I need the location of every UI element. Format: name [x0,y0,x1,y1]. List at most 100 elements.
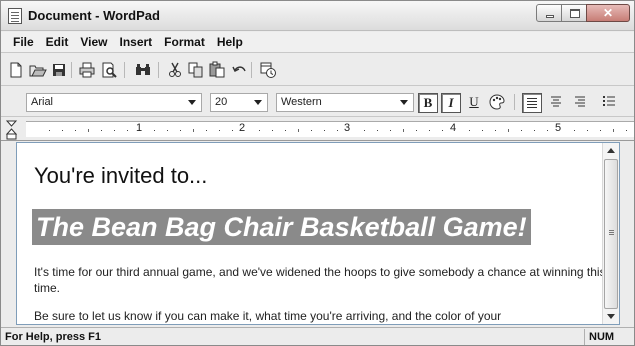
ruler-dot [49,130,50,131]
ruler-dot [232,130,233,131]
ruler-number: 3 [344,122,351,134]
find-icon[interactable] [134,61,152,79]
menu-file[interactable]: File [7,35,40,49]
italic-button[interactable]: I [441,93,461,113]
window-controls: ✕ [536,4,630,22]
cut-icon[interactable] [166,61,184,79]
minimize-icon [546,15,554,18]
scroll-down-arrow-icon[interactable] [607,314,615,319]
status-bar: For Help, press F1 NUM [1,327,634,345]
ruler-tick [193,129,194,132]
underline-button[interactable]: U [464,93,484,113]
align-left-button[interactable] [522,93,542,113]
font-size-value: 20 [215,96,228,108]
ruler-dot [377,130,378,131]
menu-edit[interactable]: Edit [40,35,75,49]
ruler-dot [495,130,496,131]
vertical-scrollbar[interactable] [602,143,619,324]
toolbar-separator [71,62,72,78]
ruler-dot [364,130,365,131]
title-bar[interactable]: Document - WordPad ✕ [1,1,634,31]
ruler-dot [206,130,207,131]
ruler-dot [416,130,417,131]
paragraph-1[interactable]: It's time for our third annual game, and… [34,264,609,296]
toolbar-separator [158,62,159,78]
menu-insert[interactable]: Insert [113,35,158,49]
ruler-dot [429,130,430,131]
ruler-dot [272,130,273,131]
ruler-dot [442,130,443,131]
menu-help[interactable]: Help [211,35,249,49]
ruler-dot [587,130,588,131]
event-title: The Bean Bag Chair Basketball Game! [36,212,527,242]
print-preview-icon[interactable] [100,61,118,79]
copy-icon[interactable] [187,61,205,79]
menu-format[interactable]: Format [158,35,211,49]
ruler-dot [62,130,63,131]
ruler-dot [180,130,181,131]
align-center-button[interactable] [546,93,566,113]
paragraph-2[interactable]: Be sure to let us know if you can make i… [34,308,609,324]
ruler-dot [337,130,338,131]
ruler-tick [403,129,404,132]
ruler-tick [298,129,299,132]
ruler-dot [101,130,102,131]
ruler-tick [613,129,614,132]
font-name-combobox[interactable]: Arial [26,93,202,112]
ruler-dot [114,130,115,131]
align-right-button[interactable] [570,93,590,113]
ruler-tick [88,129,89,132]
ruler-dot [521,130,522,131]
save-icon[interactable] [50,61,68,79]
ruler-dot [534,130,535,131]
chevron-down-icon [188,100,196,105]
align-right-icon [575,96,585,107]
font-size-combobox[interactable]: 20 [210,93,268,112]
menu-view[interactable]: View [74,35,113,49]
align-center-icon [551,96,561,107]
ruler[interactable]: 1 2 3 4 5 [1,118,634,141]
open-icon[interactable] [29,61,47,79]
undo-icon[interactable] [230,61,248,79]
selected-title-text[interactable]: The Bean Bag Chair Basketball Game! [32,209,531,245]
status-help-text: For Help, press F1 [5,331,101,343]
document-editor[interactable]: You're invited to... The Bean Bag Chair … [16,142,620,325]
toolbar-separator [124,62,125,78]
ruler-dot [259,130,260,131]
ruler-dot [285,130,286,131]
ruler-dot [547,130,548,131]
scrollbar-thumb[interactable] [604,159,618,309]
print-icon[interactable] [78,61,96,79]
ruler-dot [626,130,627,131]
color-button[interactable] [487,93,507,113]
num-lock-indicator: NUM [584,329,624,345]
ruler-dot [127,130,128,131]
toolbar-separator [514,94,515,110]
paste-icon[interactable] [208,61,226,79]
chevron-down-icon [400,100,408,105]
menu-bar: File Edit View Insert Format Help [1,32,634,53]
script-combobox[interactable]: Western [276,93,414,112]
chevron-down-icon [254,100,262,105]
bold-button[interactable]: B [418,93,438,113]
standard-toolbar [1,54,634,86]
invitation-heading[interactable]: You're invited to... [34,163,207,189]
wordpad-app-icon[interactable] [8,8,22,24]
minimize-button[interactable] [536,4,562,22]
insert-date-time-icon[interactable] [259,61,277,79]
ruler-dot [75,130,76,131]
toolbar-separator [251,62,252,78]
format-toolbar: Arial 20 Western B I U [1,87,634,117]
indent-marker-icon[interactable] [6,120,17,140]
new-icon[interactable] [7,61,25,79]
ruler-number: 5 [555,122,562,134]
bullets-button[interactable] [599,93,619,113]
maximize-button[interactable] [561,4,587,22]
scroll-up-arrow-icon[interactable] [607,148,615,153]
ruler-dot [219,130,220,131]
close-button[interactable]: ✕ [586,4,630,22]
ruler-dot [167,130,168,131]
ruler-dot [469,130,470,131]
scroll-grip-icon [609,230,614,231]
window-title: Document - WordPad [28,8,160,23]
